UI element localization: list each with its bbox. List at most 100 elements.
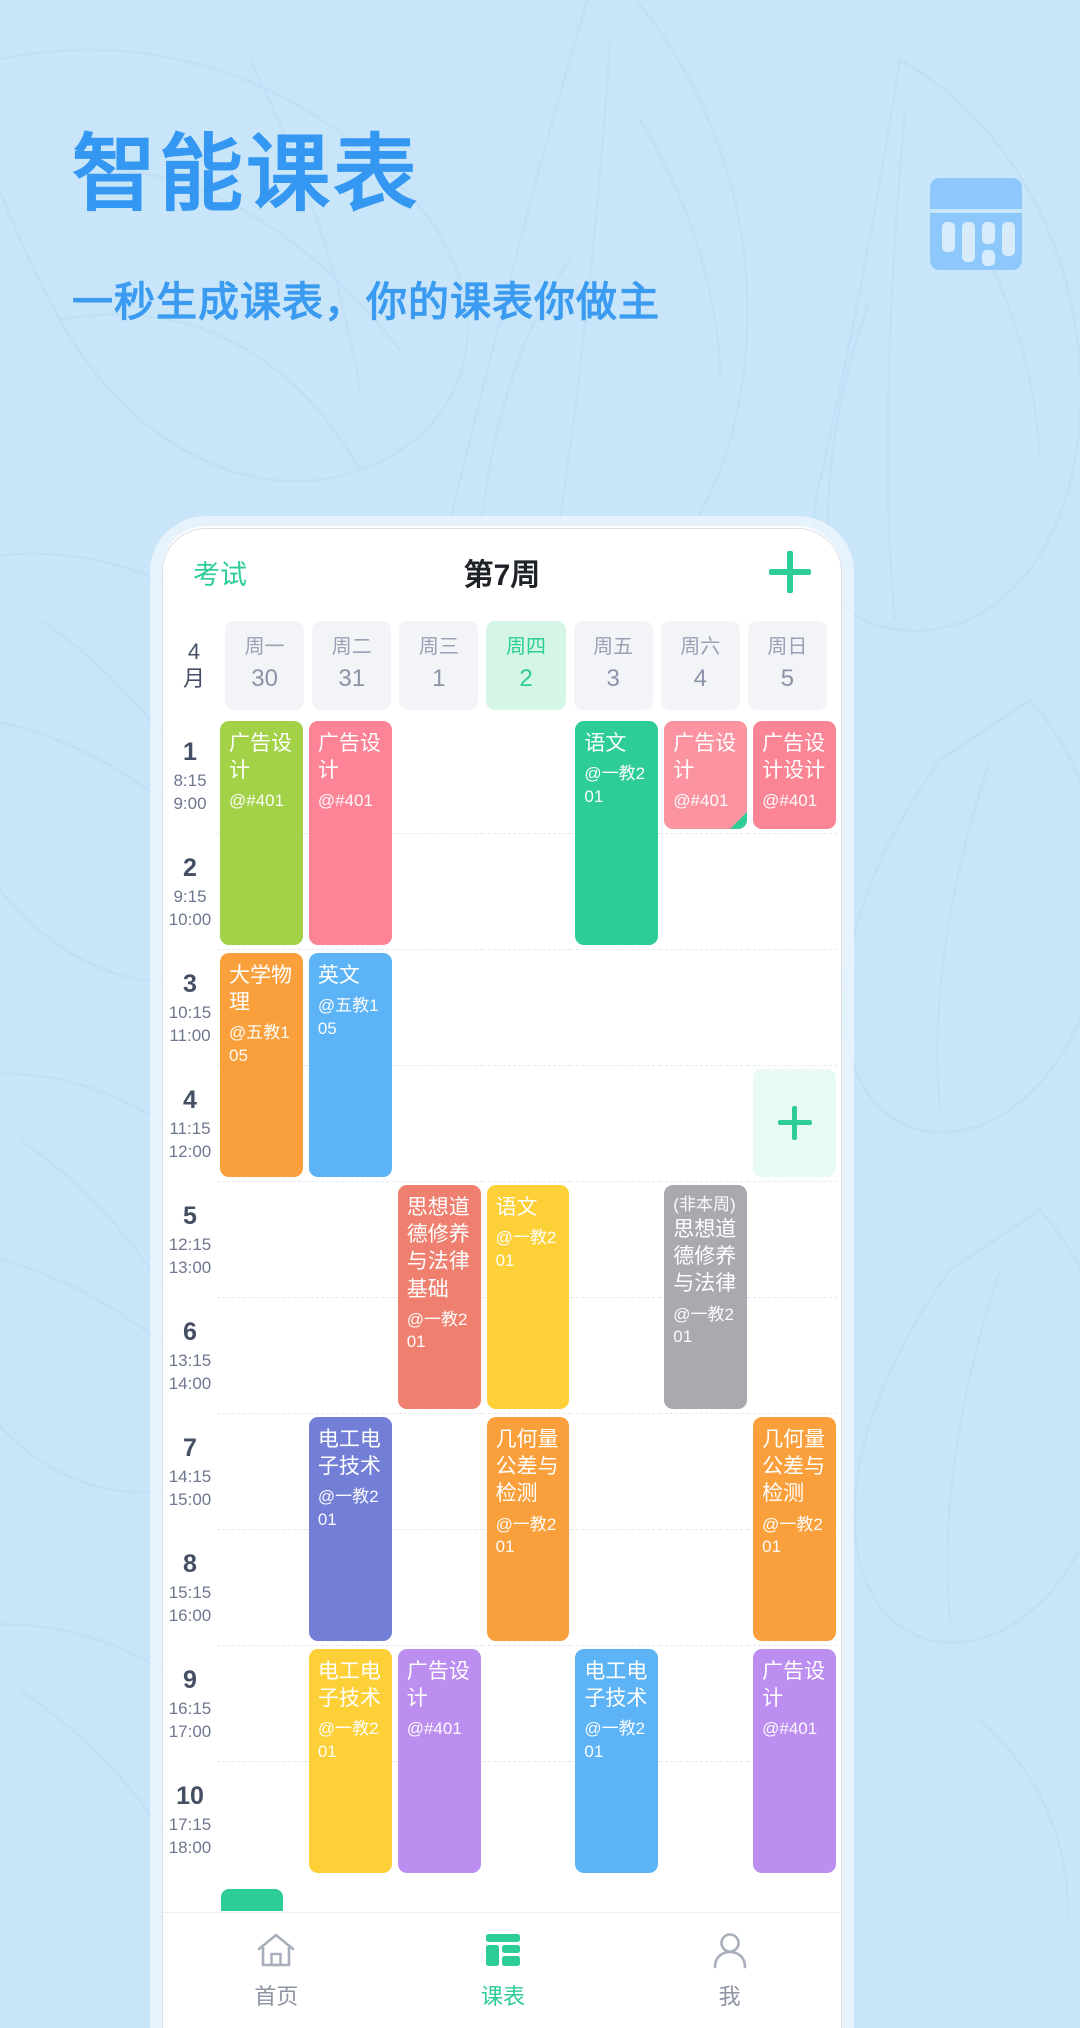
- course-location: @#401: [673, 791, 729, 811]
- course-block[interactable]: 广告设计 @#401: [220, 720, 303, 945]
- empty-cell[interactable]: [217, 1646, 306, 1762]
- empty-cell[interactable]: [660, 1762, 749, 1878]
- course-location: @#401: [229, 791, 285, 811]
- course-block[interactable]: 广告设计 @#401: [397, 1648, 481, 1873]
- tab-profile[interactable]: 我: [616, 1930, 841, 2011]
- bottom-tab-bar: 首页 课表 我: [163, 1912, 841, 2028]
- course-block[interactable]: 广告设计设计 @#401: [753, 720, 836, 829]
- slot-number: 3: [183, 969, 197, 998]
- empty-cell[interactable]: [659, 950, 749, 1066]
- empty-cell[interactable]: [217, 1762, 306, 1878]
- course-block[interactable]: 广告设计 @#401: [753, 1648, 836, 1873]
- empty-cell[interactable]: [659, 1414, 749, 1530]
- empty-cell[interactable]: [571, 1066, 660, 1182]
- empty-cell[interactable]: [305, 1182, 395, 1298]
- empty-cell[interactable]: [482, 1066, 572, 1182]
- empty-cell[interactable]: [571, 1182, 660, 1298]
- course-block[interactable]: 英文 @五教105: [308, 952, 392, 1177]
- tab-home[interactable]: 首页: [163, 1930, 390, 2011]
- empty-cell[interactable]: [394, 1066, 483, 1182]
- empty-cell[interactable]: [217, 1414, 306, 1530]
- course-block[interactable]: 几何量公差与检测 @一教201: [486, 1416, 570, 1641]
- day-header-4[interactable]: 周四 2: [486, 621, 566, 710]
- empty-cell[interactable]: [394, 718, 483, 834]
- slot-end-time: 14:00: [168, 1373, 212, 1393]
- empty-cell[interactable]: [482, 1646, 572, 1762]
- slot-number: 1: [183, 737, 197, 766]
- week-title[interactable]: 第7周: [163, 550, 841, 594]
- slot-number: 7: [183, 1433, 197, 1462]
- calendar-table-icon: [930, 178, 1022, 270]
- day-number: 2: [519, 665, 533, 692]
- course-location: @一教201: [495, 1228, 557, 1270]
- slot-start-time: 12:15: [168, 1234, 212, 1254]
- add-course-button[interactable]: [769, 551, 811, 593]
- empty-cell[interactable]: [571, 950, 660, 1066]
- empty-cell[interactable]: [659, 1530, 749, 1646]
- course-block[interactable]: (非本周) 思想道德修养与法律 @一教201: [664, 1184, 748, 1409]
- add-course-slot[interactable]: [753, 1068, 836, 1177]
- course-name: 几何量公差与检测: [495, 1427, 559, 1506]
- promo-header: 智能课表 一秒生成课表，你的课表你做主: [0, 0, 1080, 328]
- icon-cell: [1002, 222, 1015, 256]
- empty-cell[interactable]: [748, 1298, 838, 1414]
- empty-cell[interactable]: [659, 1066, 749, 1182]
- app-header: 考试 第7周: [163, 529, 841, 615]
- empty-cell[interactable]: [748, 1182, 838, 1298]
- course-block[interactable]: 电工电子技术 @一教201: [308, 1416, 392, 1641]
- empty-cell[interactable]: [482, 834, 572, 950]
- course-location: @一教201: [673, 1304, 734, 1347]
- course-block[interactable]: 大学物理 @五教105: [220, 952, 303, 1177]
- empty-cell[interactable]: [217, 1530, 306, 1646]
- day-weekday: 周四: [505, 636, 546, 658]
- course-block[interactable]: 电工电子技术 @一教201: [308, 1648, 392, 1873]
- course-location: @一教201: [406, 1309, 468, 1352]
- day-header-5[interactable]: 周五 3: [573, 621, 653, 710]
- empty-cell[interactable]: [394, 1530, 483, 1646]
- course-location: @#401: [762, 791, 818, 811]
- course-block[interactable]: 几何量公差与检测 @一教201: [753, 1416, 836, 1641]
- empty-cell[interactable]: [483, 1762, 572, 1878]
- day-header-3[interactable]: 周三 1: [399, 621, 479, 710]
- slot-start-time: 17:15: [168, 1814, 212, 1834]
- course-block[interactable]: 广告设计 @#401: [308, 720, 392, 945]
- empty-cell[interactable]: [571, 1530, 660, 1646]
- day-number: 30: [251, 665, 278, 692]
- course-name: 广告设计: [673, 731, 737, 783]
- course-block[interactable]: 语文 @一教201: [575, 720, 659, 945]
- person-icon: [713, 1933, 746, 1969]
- course-name: 电工电子技术: [317, 1659, 381, 1711]
- course-location: @#401: [317, 791, 373, 811]
- schedule-body: 1 8:15 9:00 2 9:15 10:00 3 10:15 11:00 4 11:15 12:0…: [163, 718, 838, 1878]
- empty-cell[interactable]: [748, 834, 838, 950]
- day-header-1[interactable]: 周一 30: [225, 621, 305, 710]
- empty-cell[interactable]: [394, 834, 483, 950]
- empty-cell[interactable]: [659, 1646, 749, 1762]
- course-location: @一教201: [584, 1719, 646, 1761]
- empty-cell[interactable]: [748, 950, 838, 1066]
- day-weekday: 周一: [244, 636, 285, 658]
- day-header-2[interactable]: 周二 31: [312, 621, 392, 710]
- empty-cell[interactable]: [659, 834, 749, 950]
- empty-cell[interactable]: [217, 1298, 306, 1414]
- page-title: 智能课表: [72, 127, 421, 221]
- day-header-7[interactable]: 周日 5: [747, 621, 827, 710]
- empty-cell[interactable]: [305, 1298, 395, 1414]
- time-slot-5: 5 12:15 13:00: [163, 1182, 217, 1298]
- empty-cell[interactable]: [482, 950, 572, 1066]
- tab-schedule[interactable]: 课表: [390, 1930, 617, 2011]
- course-block[interactable]: 电工电子技术 @一教201: [575, 1648, 659, 1873]
- day-header-6[interactable]: 周六 4: [660, 621, 740, 710]
- empty-cell[interactable]: [217, 1182, 306, 1298]
- exam-button[interactable]: 考试: [193, 553, 247, 592]
- course-block[interactable]: 广告设计 @#401: [664, 720, 748, 829]
- icon-header-bar: [930, 178, 1022, 209]
- empty-cell[interactable]: [482, 718, 572, 834]
- empty-cell[interactable]: [571, 1414, 660, 1530]
- empty-cell[interactable]: [394, 1414, 483, 1530]
- empty-cell[interactable]: [394, 950, 483, 1066]
- empty-cell[interactable]: [571, 1298, 660, 1414]
- course-block[interactable]: 语文 @一教201: [486, 1184, 570, 1409]
- slot-end-time: 11:00: [169, 1025, 211, 1045]
- course-block[interactable]: 思想道德修养与法律基础 @一教201: [397, 1184, 481, 1409]
